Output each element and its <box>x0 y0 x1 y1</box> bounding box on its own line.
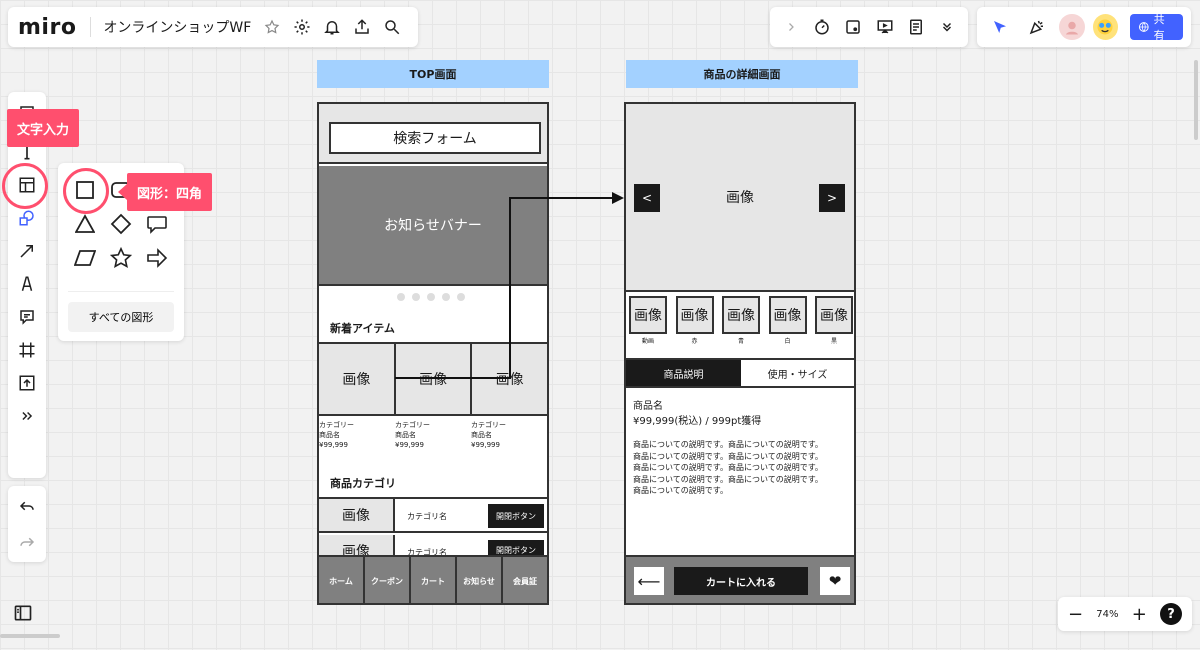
help-button[interactable]: ? <box>1159 603 1182 625</box>
vertical-scrollbar[interactable] <box>1194 60 1198 140</box>
zoom-controls: − 74% + ? <box>1058 597 1192 631</box>
zoom-in-button[interactable]: + <box>1132 604 1147 625</box>
zoom-out-button[interactable]: − <box>1068 604 1083 625</box>
horizontal-scrollbar[interactable] <box>0 634 60 638</box>
zoom-level[interactable]: 74% <box>1096 609 1118 620</box>
connector-arrow[interactable] <box>0 0 1200 650</box>
